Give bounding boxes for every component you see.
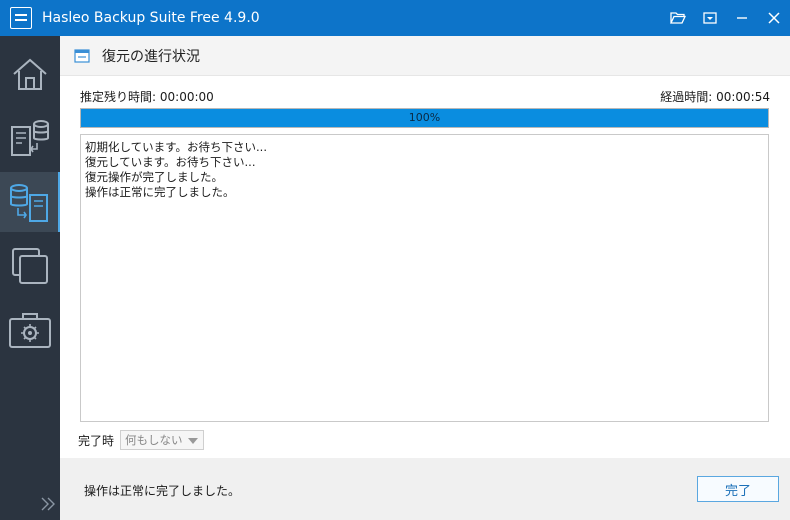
remaining-time: 推定残り時間: 00:00:00 <box>80 88 214 104</box>
restore-icon <box>10 184 48 222</box>
log-line: 操作は正常に完了しました。 <box>85 185 235 199</box>
on-complete-select[interactable]: 何もしない <box>120 430 205 450</box>
close-button[interactable] <box>758 0 790 36</box>
progress-bar: 100% <box>80 108 769 128</box>
menu-button[interactable] <box>694 0 726 36</box>
remaining-time-value: 00:00:00 <box>159 90 214 104</box>
title-actions <box>662 0 790 36</box>
home-icon <box>13 58 47 90</box>
backup-icon <box>11 120 49 156</box>
status-message: 操作は正常に完了しました。 <box>84 484 241 498</box>
tools-icon <box>9 313 51 348</box>
progress-window-icon <box>74 48 90 63</box>
on-complete-row: 完了時 何もしない <box>78 430 205 450</box>
elapsed-time-label: 経過時間: <box>660 90 713 104</box>
elapsed-time: 経過時間: 00:00:54 <box>660 88 770 104</box>
page-header: 復元の進行状況 <box>60 36 790 76</box>
sidebar-item-backup[interactable] <box>0 108 60 168</box>
remaining-time-label: 推定残り時間: <box>80 90 157 104</box>
open-folder-button[interactable] <box>662 0 694 36</box>
finish-button[interactable]: 完了 <box>697 476 779 502</box>
minimize-button[interactable] <box>726 0 758 36</box>
elapsed-time-value: 00:00:54 <box>716 90 770 104</box>
log-line: 初期化しています。お待ち下さい... <box>85 140 267 154</box>
progress-label: 100% <box>408 111 441 124</box>
page-title: 復元の進行状況 <box>102 48 200 65</box>
chevron-down-icon <box>188 438 199 444</box>
sidebar-item-restore[interactable] <box>0 172 60 232</box>
log-output[interactable]: 初期化しています。お待ち下さい... 復元しています。お待ち下さい... 復元操… <box>80 134 769 422</box>
app-logo-icon <box>10 7 32 29</box>
folder-open-icon <box>670 12 686 24</box>
log-line: 復元操作が完了しました。 <box>85 170 223 184</box>
sidebar-item-clone[interactable] <box>0 236 60 296</box>
log-line: 復元しています。お待ち下さい... <box>85 155 256 169</box>
sidebar-expand-button[interactable] <box>40 496 56 516</box>
close-icon <box>768 12 780 24</box>
minimize-icon <box>737 17 747 19</box>
double-chevron-right-icon <box>41 497 55 511</box>
sidebar <box>0 36 60 520</box>
window-title: Hasleo Backup Suite Free 4.9.0 <box>42 10 260 26</box>
dropdown-menu-icon <box>703 12 717 24</box>
title-bar: Hasleo Backup Suite Free 4.9.0 <box>0 0 790 36</box>
on-complete-value: 何もしない <box>125 433 183 447</box>
main-panel: 復元の進行状況 推定残り時間: 00:00:00 経過時間: 00:00:54 … <box>60 36 790 520</box>
time-row: 推定残り時間: 00:00:00 経過時間: 00:00:54 <box>80 88 770 104</box>
sidebar-item-tools[interactable] <box>0 300 60 360</box>
footer: 操作は正常に完了しました。 完了 <box>60 458 790 520</box>
on-complete-label: 完了時 <box>78 433 115 448</box>
clone-icon <box>12 248 48 284</box>
sidebar-item-home[interactable] <box>0 44 60 104</box>
